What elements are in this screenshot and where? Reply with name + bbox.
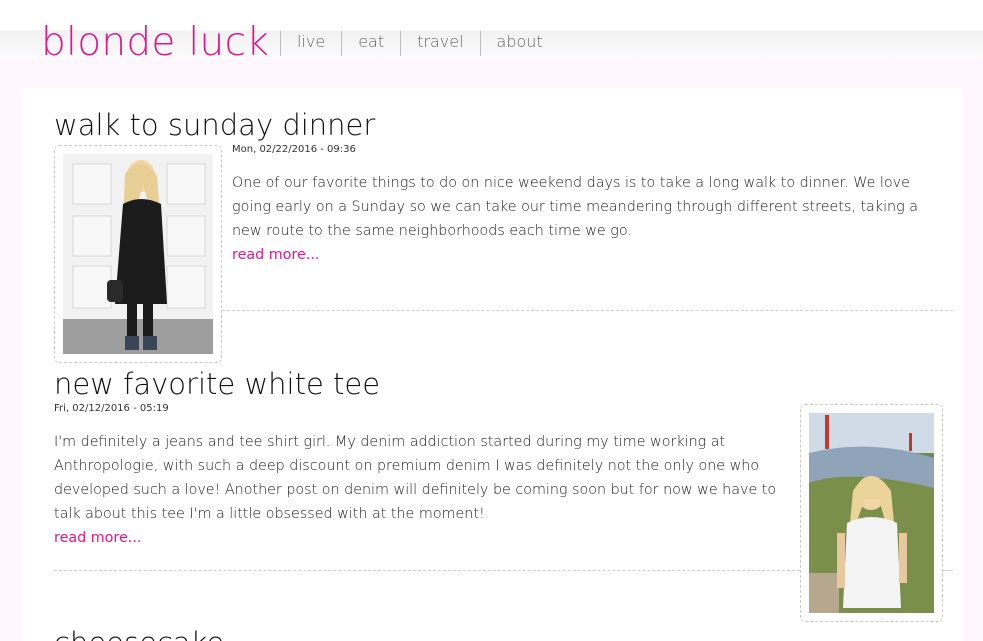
main-nav: live eat travel about	[280, 31, 559, 56]
post-photo	[809, 413, 934, 613]
post-title[interactable]: cheesecake	[54, 626, 224, 641]
post-thumbnail[interactable]	[54, 145, 222, 363]
post-excerpt: I'm definitely a jeans and tee shirt gir…	[54, 434, 777, 522]
post-date: Fri, 02/12/2016 - 05:19	[54, 403, 169, 414]
post-photo	[63, 154, 213, 354]
read-more-link[interactable]: read more...	[232, 243, 319, 267]
post-divider	[943, 570, 953, 571]
post-divider	[54, 570, 800, 571]
post-excerpt: One of our favorite things to do on nice…	[232, 175, 919, 239]
nav-item-live[interactable]: live	[280, 31, 341, 56]
post-divider	[222, 310, 953, 311]
nav-item-eat[interactable]: eat	[341, 31, 400, 56]
post-title[interactable]: new favorite white tee	[54, 367, 380, 401]
post-date: Mon, 02/22/2016 - 09:36	[232, 144, 356, 155]
read-more-link[interactable]: read more...	[54, 526, 141, 550]
post-title[interactable]: walk to sunday dinner	[54, 108, 375, 142]
post-thumbnail[interactable]	[800, 404, 943, 622]
site-logo[interactable]: blonde luck	[41, 20, 269, 66]
nav-item-travel[interactable]: travel	[400, 31, 479, 56]
nav-item-about[interactable]: about	[479, 31, 559, 56]
